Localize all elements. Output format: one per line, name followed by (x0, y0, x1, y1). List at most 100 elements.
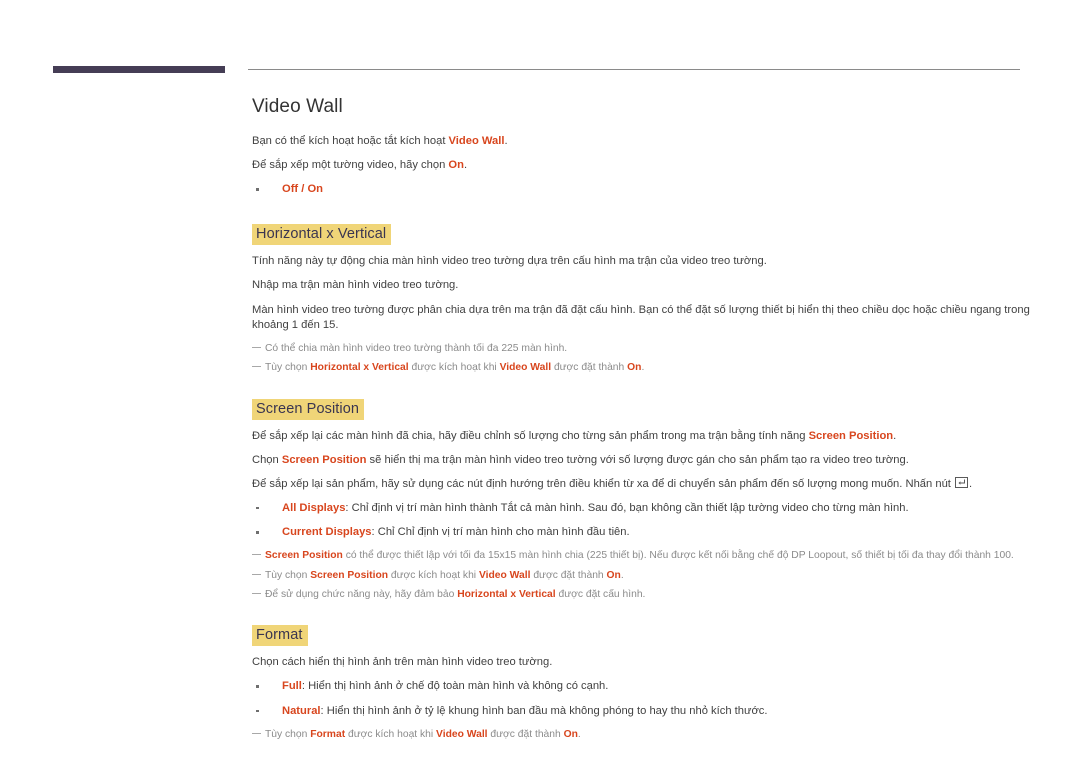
paragraph: Để sắp xếp lại sản phẩm, hãy sử dụng các… (252, 476, 1042, 492)
paragraph-text: Chọn cách hiển thị hình ảnh trên màn hìn… (252, 656, 553, 669)
note-line: Có thể chia màn hình video treo tường th… (252, 342, 1042, 356)
note-dash-icon (252, 592, 261, 594)
note-line: Screen Position có thể được thiết lập vớ… (252, 549, 1042, 563)
section-heading-horizontal-x-vertical: Horizontal x Vertical (252, 224, 392, 246)
note-emphasis: Screen Position (265, 550, 343, 562)
intro-line-1-emphasis: Video Wall (448, 135, 505, 147)
note-dash-icon (252, 573, 261, 575)
bullet-dot-icon (256, 188, 259, 191)
note-line: Tùy chọn Horizontal x Vertical được kích… (252, 361, 1042, 375)
note-text: Để sử dụng chức năng này, hãy đảm bảo (265, 588, 458, 600)
options-list: Full: Hiển thị hình ảnh ở chế độ toàn mà… (252, 679, 1042, 718)
note-emphasis: Video Wall (436, 728, 488, 740)
paragraph-emphasis: Screen Position (808, 429, 894, 442)
note-text: được kích hoạt khi (408, 362, 500, 374)
list-item-emphasis: Current Displays (282, 526, 372, 539)
note-line: Tùy chọn Screen Position được kích hoạt … (252, 569, 1042, 583)
paragraph: Màn hình video treo tường được phân chia… (252, 303, 1030, 331)
paragraph-text: Để sắp xếp lại sản phẩm, hãy sử dụng các… (252, 477, 955, 490)
list-item-emphasis: Full (282, 680, 302, 693)
page-title: Video Wall (252, 96, 343, 117)
document-content: Video Wall Bạn có thể kích hoạt hoặc tắt… (252, 96, 1042, 747)
section-heading-screen-position: Screen Position (252, 398, 365, 420)
note-emphasis: Horizontal x Vertical (310, 362, 409, 374)
bullet-dot-icon (256, 531, 259, 534)
option-off-on-label: Off / On (282, 183, 324, 196)
note-text: được kích hoạt khi (388, 569, 479, 581)
paragraph: Nhập ma trận màn hình video treo tường. (252, 279, 459, 292)
section-heading-format: Format (252, 625, 308, 647)
note-line: Để sử dụng chức năng này, hãy đảm bảo Ho… (252, 588, 1042, 602)
paragraph: Để sắp xếp lại các màn hình đã chia, hãy… (252, 429, 1042, 444)
paragraph-text: . (893, 429, 897, 442)
intro-line-2-emphasis: On (448, 159, 464, 172)
options-list: All Displays: Chỉ định vị trí màn hình t… (252, 501, 1042, 540)
paragraph-emphasis: Screen Position (281, 453, 367, 466)
intro-line-2-pre: Để sắp xếp một tường video, hãy chọn (252, 159, 449, 172)
note-emphasis: Video Wall (499, 362, 552, 374)
note-emphasis: Screen Position (310, 569, 389, 581)
note-text: có thể được thiết lập với tối đa 15x15 m… (342, 550, 1014, 562)
note-text: Có thể chia màn hình video treo tường th… (265, 342, 568, 354)
list-item-emphasis: Natural (282, 704, 321, 717)
note-emphasis: Horizontal x Vertical (457, 588, 556, 600)
note-text: . (577, 728, 581, 740)
note-emphasis: On (606, 569, 621, 581)
intro-line-1-pre: Bạn có thể kích hoạt hoặc tắt kích hoạt (252, 135, 449, 147)
note-dash-icon (252, 732, 261, 734)
page-header-rules (0, 62, 1080, 76)
note-dash-icon (252, 346, 261, 348)
bullet-dot-icon (256, 506, 259, 510)
note-dash-icon (252, 366, 261, 368)
list-item-text: : Chỉ Chỉ định vị trí màn hình cho màn h… (371, 526, 630, 539)
bullet-dot-icon (256, 685, 259, 688)
intro-line-2: Để sắp xếp một tường video, hãy chọn On. (252, 158, 1042, 173)
note-text: . (641, 362, 645, 374)
intro-line-1: Bạn có thể kích hoạt hoặc tắt kích hoạt … (252, 134, 1042, 149)
intro-line-1-post: . (504, 135, 508, 147)
note-emphasis: On (627, 362, 642, 374)
intro-block: Bạn có thể kích hoạt hoặc tắt kích hoạt … (252, 134, 1042, 197)
note-text: Tùy chọn (265, 728, 311, 740)
note-emphasis: On (563, 728, 578, 740)
note-text: được kích hoạt khi (345, 728, 437, 740)
note-text: được đặt thành (487, 728, 564, 740)
note-text: . (620, 569, 624, 581)
note-dash-icon (252, 554, 261, 556)
document-page: Video Wall Bạn có thể kích hoạt hoặc tắt… (0, 0, 1080, 763)
paragraph-text: Chọn (252, 453, 282, 466)
intro-options-list: Off / On (252, 182, 1042, 197)
note-text: được đặt cấu hình. (555, 588, 646, 600)
note-text: Tùy chọn (265, 362, 311, 374)
list-item: All Displays: Chỉ định vị trí màn hình t… (252, 501, 1042, 516)
note-text: được đặt thành (551, 362, 628, 374)
note-emphasis: Video Wall (478, 569, 531, 581)
list-item-text: : Chỉ định vị trí màn hình thành Tắt cả … (345, 501, 909, 514)
paragraph-text: sẽ hiển thị ma trận màn hình video treo … (366, 453, 909, 466)
note-emphasis: Format (310, 728, 346, 740)
note-text: được đặt thành (530, 569, 607, 581)
list-item: Full: Hiển thị hình ảnh ở chế độ toàn mà… (252, 679, 1042, 694)
paragraph-text: . (969, 477, 973, 490)
paragraph-text: Để sắp xếp lại các màn hình đã chia, hãy… (252, 429, 809, 442)
paragraph: Chọn Screen Position sẽ hiển thị ma trận… (252, 453, 1042, 468)
list-item-emphasis: All Displays (282, 501, 346, 514)
section-screen-position: Screen Position Để sắp xếp lại các màn hì… (252, 381, 1042, 603)
section-format: Format Chọn cách hiển thị hình ảnh trên m… (252, 607, 1042, 742)
list-item: Current Displays: Chỉ Chỉ định vị trí mà… (252, 525, 1042, 540)
list-item-text: : Hiển thị hình ảnh ở chế độ toàn màn hì… (301, 680, 609, 693)
paragraph: Chọn cách hiển thị hình ảnh trên màn hìn… (252, 655, 1042, 670)
note-line: Tùy chọn Format được kích hoạt khi Video… (252, 728, 1042, 742)
bullet-dot-icon (256, 709, 259, 713)
section-horizontal-x-vertical: Horizontal x Vertical Tính năng này tự độ… (252, 206, 1042, 375)
list-item-text: : Hiển thị hình ảnh ở tỷ lệ khung hình b… (320, 704, 768, 717)
paragraph: Tính năng này tự động chia màn hình vide… (252, 255, 767, 268)
list-item: Natural: Hiển thị hình ảnh ở tỷ lệ khung… (252, 704, 1042, 719)
header-divider-line (248, 69, 1020, 70)
list-item: Off / On (252, 182, 1042, 197)
sections-container: Horizontal x Vertical Tính năng này tự độ… (252, 206, 1042, 742)
header-accent-bar (53, 66, 225, 73)
enter-key-icon (955, 476, 969, 488)
